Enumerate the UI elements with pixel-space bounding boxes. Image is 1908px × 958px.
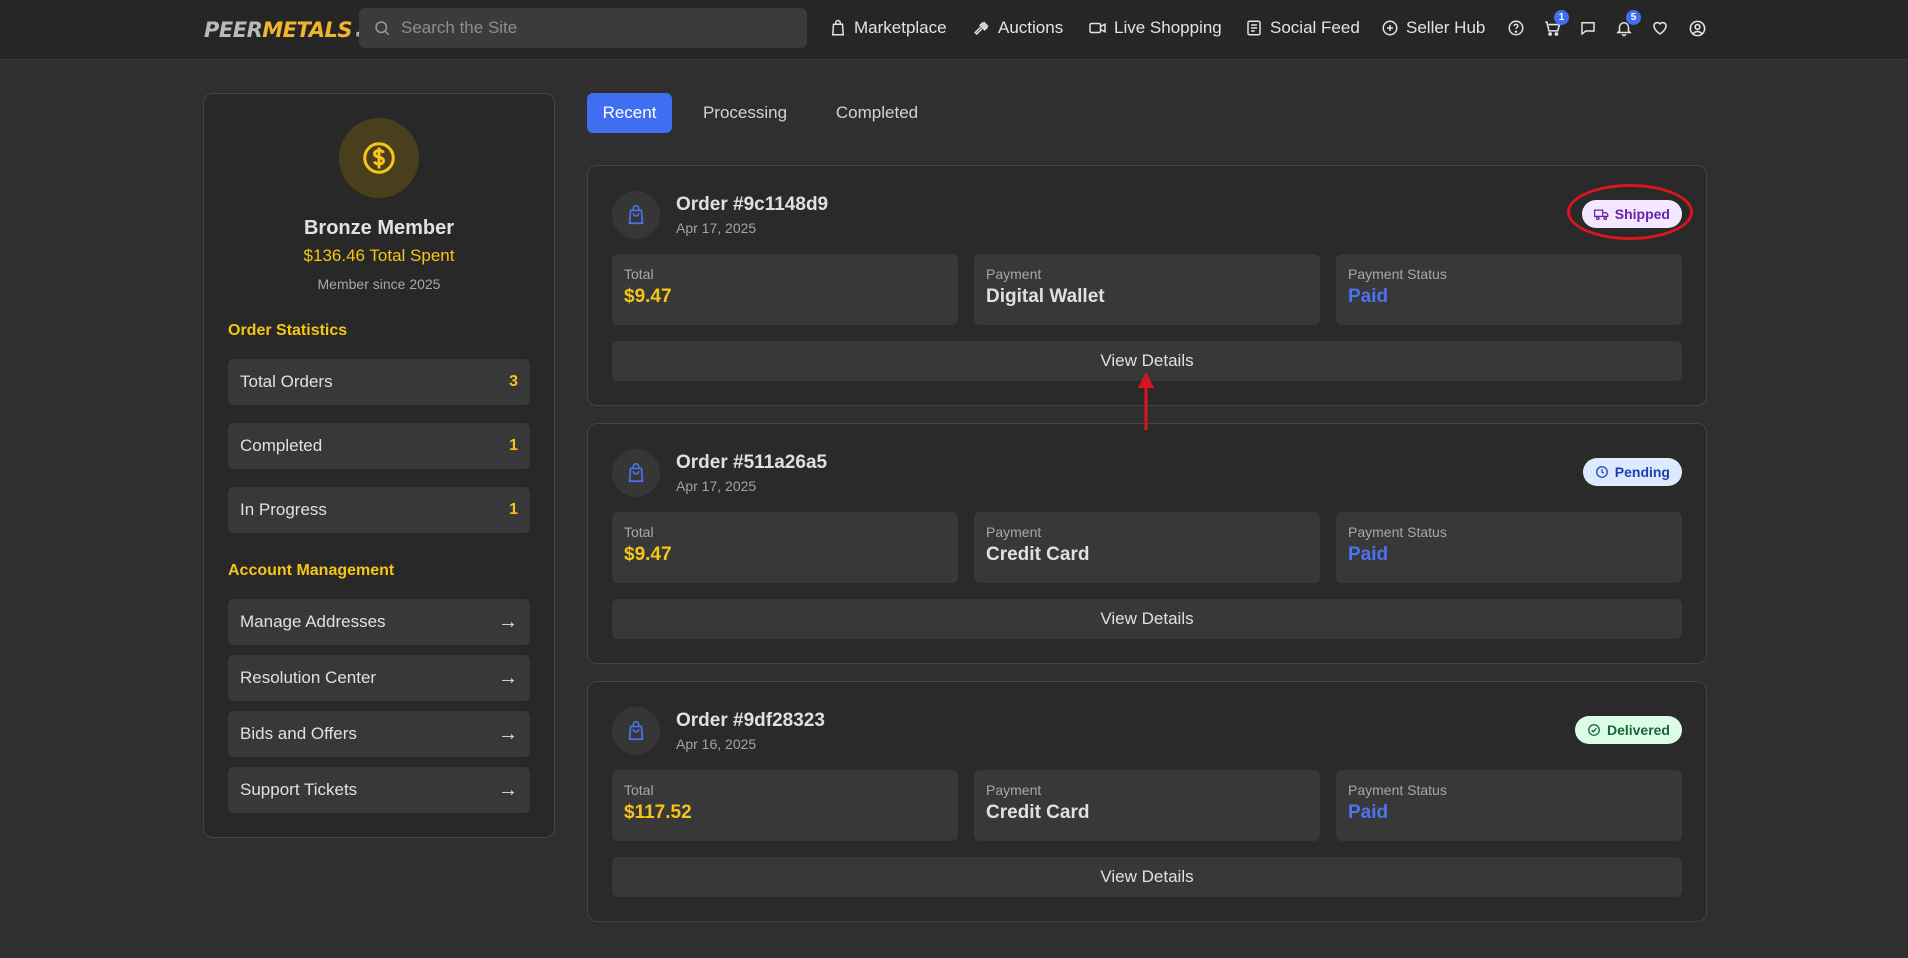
search-input[interactable] <box>401 18 781 38</box>
bids-and-offers-link[interactable]: Bids and Offers → <box>228 711 530 757</box>
order-card: Order #9df28323 Apr 16, 2025 Delivered T… <box>587 681 1707 922</box>
payment-status-box: Payment Status Paid <box>1336 254 1682 325</box>
dollar-coin-icon <box>339 118 419 198</box>
search-bar[interactable] <box>359 8 807 48</box>
status-badge: Pending <box>1582 458 1682 486</box>
order-total-box: Total $9.47 <box>612 254 958 325</box>
payment-method: Credit Card <box>986 802 1090 823</box>
arrow-right-icon: → <box>498 666 518 689</box>
member-since: Member since 2025 <box>317 276 441 292</box>
order-number: Order #9df28323 <box>676 710 825 731</box>
arrow-right-icon: → <box>498 722 518 745</box>
order-total-box: Total $117.52 <box>612 770 958 841</box>
view-details-button[interactable]: View Details <box>612 599 1682 639</box>
check-circle-icon <box>1588 724 1600 736</box>
status-badge: Delivered <box>1574 716 1682 744</box>
order-date: Apr 16, 2025 <box>676 736 757 752</box>
arrow-right-icon: → <box>498 778 518 801</box>
order-total: $9.47 <box>624 544 672 565</box>
help-icon[interactable] <box>1504 16 1528 40</box>
search-icon <box>375 21 390 36</box>
arrow-right-icon: → <box>498 610 518 633</box>
payment-status: Paid <box>1348 286 1389 307</box>
shopping-bag-icon <box>612 449 660 497</box>
total-spent: $136.46 Total Spent <box>303 246 455 265</box>
shopping-bag-icon <box>612 191 660 239</box>
order-total: $9.47 <box>624 286 672 307</box>
shopping-bag-icon <box>612 707 660 755</box>
video-camera-icon <box>1089 22 1106 34</box>
gavel-icon <box>974 21 989 36</box>
order-card: Order #511a26a5 Apr 17, 2025 Pending Tot… <box>587 423 1707 664</box>
plus-circle-icon <box>1382 20 1398 36</box>
tab-completed[interactable]: Completed <box>823 93 931 133</box>
order-card: Order #9c1148d9 Apr 17, 2025 Shipped Tot… <box>587 165 1707 406</box>
payment-method-box: Payment Digital Wallet <box>974 254 1320 325</box>
order-statistics-heading: Order Statistics <box>228 322 348 339</box>
user-account-icon[interactable] <box>1685 16 1709 40</box>
tab-processing[interactable]: Processing <box>689 93 801 133</box>
stat-completed: Completed 1 <box>228 423 530 469</box>
notifications-badge: 5 <box>1626 10 1641 25</box>
nav-live-shopping[interactable]: Live Shopping <box>1088 16 1222 40</box>
bell-icon[interactable]: 5 <box>1612 10 1641 40</box>
order-total-box: Total $9.47 <box>612 512 958 583</box>
payment-status: Paid <box>1348 544 1389 565</box>
cart-icon[interactable]: 1 <box>1540 10 1569 40</box>
order-total: $117.52 <box>624 802 692 823</box>
account-management-heading: Account Management <box>228 562 395 579</box>
order-date: Apr 17, 2025 <box>676 220 757 236</box>
peermetals-logo[interactable]: PEERMETALS <box>204 15 380 45</box>
member-sidebar: Bronze Member $136.46 Total Spent Member… <box>203 93 555 838</box>
annotation-ellipse <box>1567 184 1693 240</box>
support-tickets-link[interactable]: Support Tickets → <box>228 767 530 813</box>
nav-seller-hub[interactable]: Seller Hub <box>1381 16 1485 40</box>
heart-icon[interactable] <box>1648 16 1672 40</box>
tab-recent[interactable]: Recent <box>587 93 672 133</box>
nav-social-feed[interactable]: Social Feed <box>1245 16 1360 40</box>
manage-addresses-link[interactable]: Manage Addresses → <box>228 599 530 645</box>
shopping-bag-icon <box>831 19 845 36</box>
top-nav: PEERMETALS Marketplace Auctions Live Sho… <box>0 0 1908 60</box>
payment-method: Credit Card <box>986 544 1090 565</box>
order-date: Apr 17, 2025 <box>676 478 757 494</box>
chat-icon[interactable] <box>1576 16 1600 40</box>
payment-method-box: Payment Credit Card <box>974 770 1320 841</box>
member-tier: Bronze Member <box>303 217 455 239</box>
payment-status: Paid <box>1348 802 1389 823</box>
nav-marketplace[interactable]: Marketplace <box>829 16 947 40</box>
order-number: Order #511a26a5 <box>676 452 828 473</box>
newspaper-icon <box>1247 20 1261 36</box>
order-number: Order #9c1148d9 <box>676 194 829 215</box>
resolution-center-link[interactable]: Resolution Center → <box>228 655 530 701</box>
nav-auctions[interactable]: Auctions <box>973 16 1063 40</box>
view-details-button[interactable]: View Details <box>612 857 1682 897</box>
cart-badge: 1 <box>1554 10 1569 25</box>
payment-status-box: Payment Status Paid <box>1336 512 1682 583</box>
stat-total-orders: Total Orders 3 <box>228 359 530 405</box>
clock-icon <box>1595 466 1608 478</box>
payment-status-box: Payment Status Paid <box>1336 770 1682 841</box>
payment-method-box: Payment Credit Card <box>974 512 1320 583</box>
annotation-arrow <box>1138 372 1154 430</box>
stat-in-progress: In Progress 1 <box>228 487 530 533</box>
payment-method: Digital Wallet <box>986 286 1105 307</box>
